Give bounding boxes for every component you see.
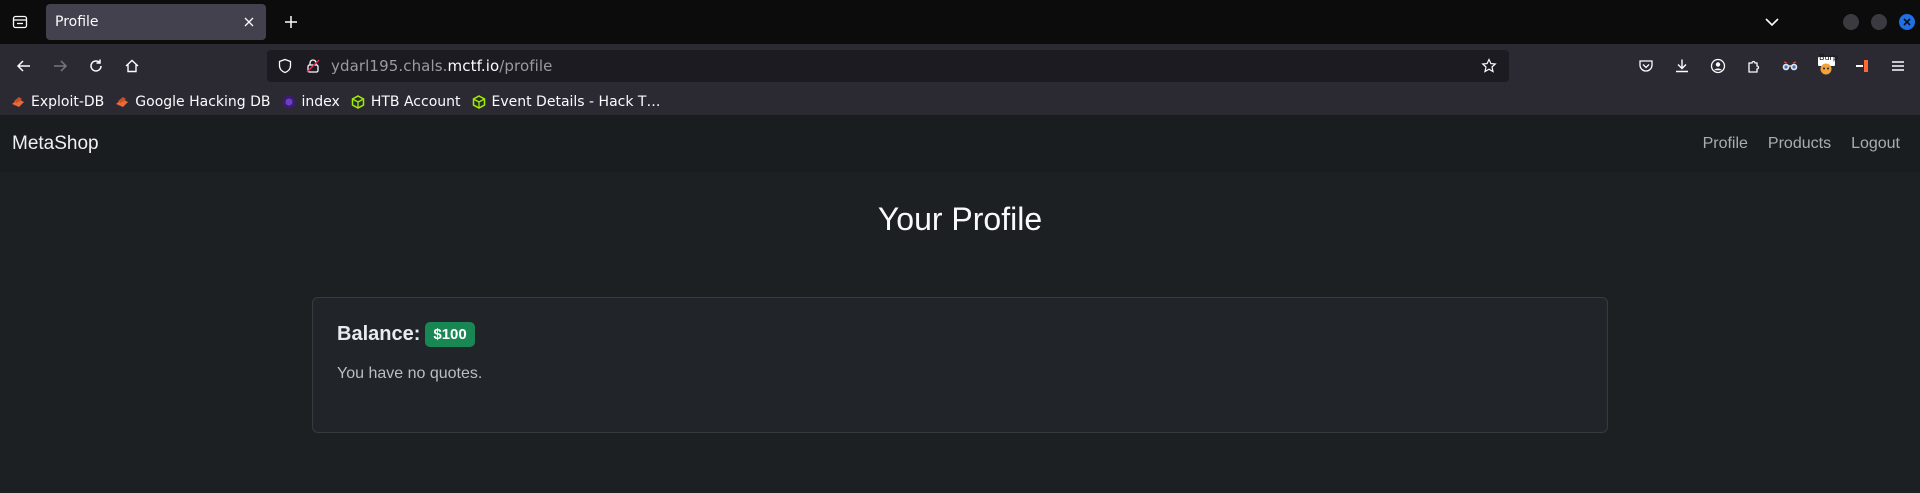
url-path: /profile — [499, 57, 553, 75]
balance-badge: $100 — [425, 322, 475, 347]
nav-link-logout[interactable]: Logout — [1851, 135, 1900, 153]
extension-glasses-button[interactable] — [1774, 50, 1806, 82]
home-button[interactable] — [116, 50, 148, 82]
new-tab-button[interactable] — [274, 5, 308, 39]
bookmark-exploit-db[interactable]: Exploit-DB — [10, 94, 104, 110]
lock-warning-icon — [306, 59, 320, 73]
downloads-button[interactable] — [1666, 50, 1698, 82]
bookmark-index[interactable]: index — [281, 94, 340, 110]
burp-label: Burp — [1819, 53, 1838, 62]
home-icon — [125, 59, 139, 73]
balance-label: Balance: — [337, 323, 421, 345]
balance-row: Balance: $100 — [337, 322, 1583, 347]
url-prefix: ydarl195.chals. — [331, 57, 448, 75]
reload-icon — [90, 59, 102, 72]
app-menu-button[interactable] — [1882, 50, 1914, 82]
account-icon — [1710, 58, 1726, 74]
arrow-left-icon — [16, 60, 30, 72]
tab-close-button[interactable] — [240, 13, 258, 31]
site-navbar: MetaShop Profile Products Logout — [0, 116, 1920, 172]
burp-proxy-icon — [1856, 60, 1868, 72]
profile-card: Balance: $100 You have no quotes. — [312, 297, 1608, 433]
list-all-tabs-button[interactable] — [1757, 7, 1787, 37]
hamburger-menu-icon — [1892, 61, 1904, 71]
pocket-button[interactable] — [1630, 50, 1662, 82]
site-nav-links: Profile Products Logout — [1683, 116, 1900, 172]
minimize-button[interactable] — [1843, 14, 1859, 30]
burp-proxy-button[interactable] — [1846, 50, 1878, 82]
index-icon — [281, 94, 297, 110]
nav-link-profile[interactable]: Profile — [1703, 135, 1748, 153]
account-button[interactable] — [1702, 50, 1734, 82]
tracking-protection-icon[interactable] — [273, 54, 297, 78]
star-icon — [1481, 58, 1497, 73]
firefox-view-icon — [12, 15, 28, 29]
plus-icon — [285, 16, 297, 28]
bookmark-star-button[interactable] — [1477, 54, 1501, 78]
exploitdb-icon — [10, 94, 26, 110]
url-bar[interactable]: ydarl195.chals.mctf.io/profile — [267, 50, 1509, 82]
page-title: Your Profile — [877, 201, 1043, 237]
htb-icon — [350, 94, 366, 110]
shield-icon — [278, 58, 292, 74]
bookmark-event-details[interactable]: Event Details - Hack T… — [471, 93, 661, 110]
close-icon — [244, 17, 254, 27]
bookmark-label: Exploit-DB — [31, 93, 105, 110]
arrow-right-icon — [54, 60, 68, 72]
bookmark-label: HTB Account — [370, 93, 461, 110]
tab-title: Profile — [55, 14, 99, 30]
tab-bar: Profile — [0, 0, 1920, 44]
bookmark-htb-account[interactable]: HTB Account — [350, 94, 461, 110]
firefox-view-button[interactable] — [0, 0, 40, 44]
close-icon — [1903, 18, 1911, 26]
back-button[interactable] — [8, 50, 40, 82]
puzzle-icon — [1748, 60, 1760, 73]
url-host: mctf.io — [447, 57, 500, 75]
download-icon — [1676, 59, 1688, 73]
tab-profile[interactable]: Profile — [46, 4, 266, 40]
bookmark-label: Google Hacking DB — [135, 93, 271, 110]
bookmark-label: Event Details - Hack T… — [491, 93, 661, 110]
htb-icon — [471, 94, 487, 110]
ghdb-icon — [114, 94, 130, 110]
reload-button[interactable] — [80, 50, 112, 82]
burp-extension-button[interactable]: Burp — [1810, 50, 1842, 82]
site-brand[interactable]: MetaShop — [12, 133, 99, 155]
window-close-button[interactable] — [1899, 14, 1915, 30]
maximize-button[interactable] — [1871, 14, 1887, 30]
bookmarks-toolbar: Exploit-DB Google Hacking DB index HTB A… — [0, 88, 1920, 116]
bookmark-google-hacking-db[interactable]: Google Hacking DB — [114, 93, 271, 110]
glasses-icon — [1782, 61, 1798, 71]
extensions-button[interactable] — [1738, 50, 1770, 82]
nav-link-products[interactable]: Products — [1768, 135, 1831, 153]
quotes-message: You have no quotes. — [337, 365, 483, 382]
navigation-toolbar: ydarl195.chals.mctf.io/profile Burp — [0, 44, 1920, 88]
chevron-down-icon — [1765, 18, 1779, 27]
pocket-icon — [1639, 60, 1653, 72]
site-info-icon[interactable] — [301, 54, 325, 78]
url-text: ydarl195.chals.mctf.io/profile — [331, 57, 553, 75]
bookmark-label: index — [301, 93, 340, 110]
forward-button[interactable] — [44, 50, 76, 82]
